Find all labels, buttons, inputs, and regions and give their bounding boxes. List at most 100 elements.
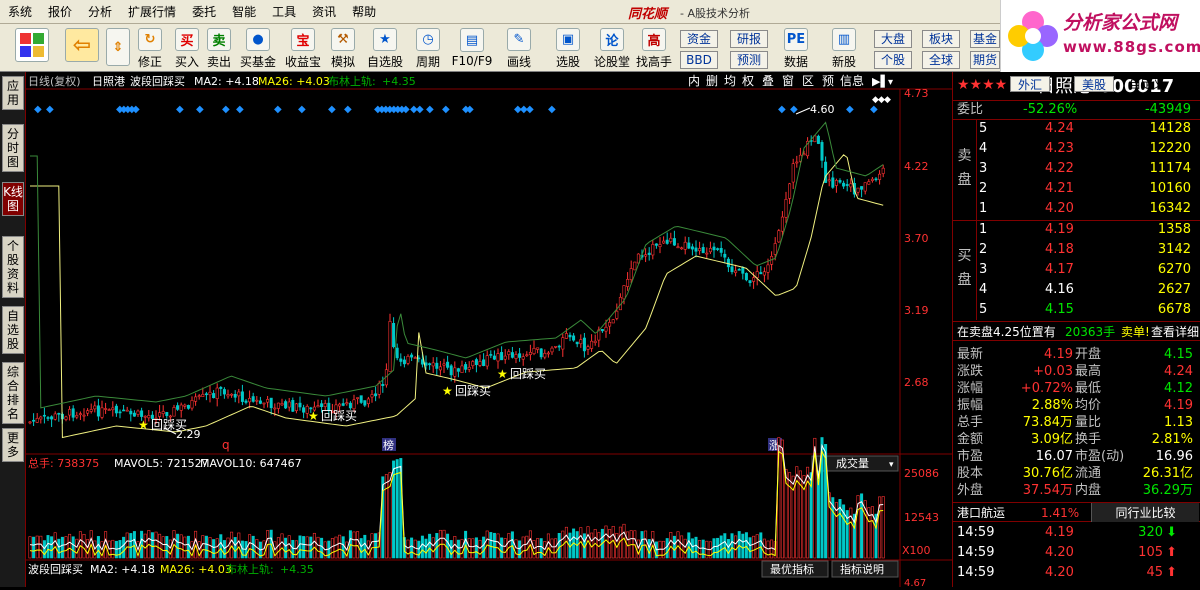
tab-ranking[interactable]: 综合排名: [2, 362, 24, 424]
notice-amount: 20363手: [1065, 325, 1116, 339]
menu-trade[interactable]: 委托: [184, 0, 224, 24]
sell-row[interactable]: 2 4.21 10160: [977, 180, 1200, 198]
buy-fund-button[interactable]: ● 买基金: [240, 28, 276, 70]
candle-body: [176, 405, 180, 410]
volume-bar: [276, 537, 280, 559]
candle-body: [784, 199, 788, 218]
market-button[interactable]: 大盘: [874, 30, 912, 48]
kline-chart[interactable]: 日线(复权) 日照港 波段回踩买 MA2: +4.18 MA26: +4.03 …: [26, 72, 952, 589]
global-button[interactable]: 全球: [922, 51, 960, 69]
tool-info[interactable]: 信息: [840, 73, 864, 88]
buy-row[interactable]: 4 4.16 2627: [977, 281, 1200, 299]
tab-intraday[interactable]: 分时图: [2, 124, 24, 172]
find-expert-button[interactable]: 高找高手: [636, 28, 672, 70]
menu-analysis[interactable]: 分析: [80, 0, 120, 24]
capital-button[interactable]: 资金: [680, 30, 718, 48]
ipo-button[interactable]: ▥ 新股: [828, 28, 860, 70]
period-button[interactable]: ◷ 周期: [412, 28, 444, 70]
candle-body: [287, 401, 291, 408]
watchlist-button[interactable]: ★ 自选股: [365, 28, 405, 70]
menu-smart[interactable]: 智能: [224, 0, 264, 24]
volume-bar: [489, 532, 493, 559]
correct-button[interactable]: ↻ 修正: [134, 28, 166, 70]
forum-button[interactable]: 论论股堂: [594, 28, 630, 70]
menu-quote[interactable]: 报价: [40, 0, 80, 24]
order-notice[interactable]: 在卖盘4.25位置有 20363手 卖单! 查看详细: [953, 321, 1200, 341]
tool-delete[interactable]: 删: [706, 74, 718, 88]
sell-row[interactable]: 5 4.24 14128: [977, 120, 1200, 138]
volume-bar: [280, 533, 284, 559]
forex-button[interactable]: 外汇: [1010, 76, 1050, 92]
sound-icon[interactable]: ▶▌: [872, 74, 889, 88]
menu-help[interactable]: 帮助: [344, 0, 384, 24]
tab-profile[interactable]: 个股资料: [2, 236, 24, 298]
research-button[interactable]: 研报: [730, 30, 768, 48]
draw-line-button[interactable]: ✎ 画线: [503, 28, 535, 70]
data-button[interactable]: PE 数据: [780, 28, 812, 70]
candle-body: [554, 345, 558, 348]
candle-body: [698, 248, 702, 252]
menu-system[interactable]: 系统: [0, 0, 40, 24]
fund-small-button[interactable]: 基金: [970, 30, 1000, 48]
tab-watchlist[interactable]: 自选股: [2, 306, 24, 354]
sell-row[interactable]: 4 4.23 12220: [977, 140, 1200, 158]
tool-rights[interactable]: 权: [742, 74, 754, 88]
volume-bar: [496, 533, 500, 559]
candle-body: [100, 407, 104, 418]
tool-range[interactable]: 区: [802, 74, 814, 88]
industry-compare-button[interactable]: 同行业比较: [1091, 503, 1199, 522]
dropdown-icon[interactable]: ▾: [888, 77, 893, 88]
tool-window[interactable]: 窗: [782, 74, 794, 88]
back-button[interactable]: ⇦: [62, 28, 102, 70]
tool-overlay[interactable]: 叠: [762, 74, 774, 88]
buy-row[interactable]: 2 4.18 3142: [977, 241, 1200, 259]
custom-button[interactable]: 自定义: [1128, 76, 1166, 92]
sell-row[interactable]: 1 4.20 16342: [977, 200, 1200, 218]
simulate-button[interactable]: ⚒ 模拟: [327, 28, 359, 70]
side-tabs: 应用 分时图 K线图 个股资料 自选股 综合排名 更多: [0, 72, 26, 587]
f10-button[interactable]: ▤ F10/F9: [452, 28, 492, 70]
star-icon: ★: [138, 418, 149, 432]
forecast-button[interactable]: 预测: [730, 51, 768, 69]
us-stock-button[interactable]: 美股: [1074, 76, 1114, 92]
candle-body: [680, 247, 684, 250]
income-treasure-button[interactable]: 宝收益宝: [285, 28, 321, 70]
menu-tools[interactable]: 工具: [264, 0, 304, 24]
pe-icon: PE: [784, 28, 808, 51]
candle-body: [633, 261, 637, 271]
sell-button[interactable]: 卖卖出: [203, 28, 235, 70]
buy-row[interactable]: 5 4.15 6678: [977, 301, 1200, 319]
candle-body: [734, 270, 738, 273]
stock-button[interactable]: 个股: [874, 51, 912, 69]
menu-extended[interactable]: 扩展行情: [120, 0, 184, 24]
volume-bar: [762, 538, 766, 559]
buy-button[interactable]: 买买入: [171, 28, 203, 70]
signal-diamond-icon: ◆: [298, 104, 306, 115]
stat-row: 市盈 16.07 市盈(动) 16.96: [957, 449, 1193, 464]
sector-button[interactable]: 板块: [922, 30, 960, 48]
bbd-button[interactable]: BBD: [680, 51, 718, 69]
volume-bar: [453, 536, 457, 559]
stock-picker-button[interactable]: ▣ 选股: [552, 28, 584, 70]
buy-row[interactable]: 3 4.17 6270: [977, 261, 1200, 279]
menu-news[interactable]: 资讯: [304, 0, 344, 24]
page-up-down-button[interactable]: ⇕: [104, 28, 132, 70]
color-grid-button[interactable]: [12, 28, 52, 70]
tab-more[interactable]: 更多: [2, 428, 24, 462]
boll-upper-line: [30, 121, 884, 409]
notice-link[interactable]: 查看详细: [1151, 322, 1199, 342]
kline-chart-area[interactable]: 日线(复权) 日照港 波段回踩买 MA2: +4.18 MA26: +4.03 …: [26, 72, 952, 589]
tab-apps[interactable]: 应用: [2, 76, 24, 110]
sell-row[interactable]: 3 4.22 11174: [977, 160, 1200, 178]
candle-body: [590, 340, 594, 349]
volume-total: 总手: 738375: [28, 456, 99, 470]
bottom-boll-value: +4.35: [280, 563, 314, 576]
tool-average[interactable]: 均: [724, 74, 736, 88]
tool-forecast[interactable]: 预: [822, 74, 834, 88]
buy-row[interactable]: 1 4.19 1358: [977, 221, 1200, 239]
multi-window-button[interactable]: 多窗: [1166, 76, 1200, 92]
futures-button[interactable]: 期货: [970, 51, 1000, 69]
tool-inner[interactable]: 内: [688, 74, 700, 88]
tab-kline[interactable]: K线图: [2, 182, 24, 216]
candle-body: [647, 252, 651, 255]
